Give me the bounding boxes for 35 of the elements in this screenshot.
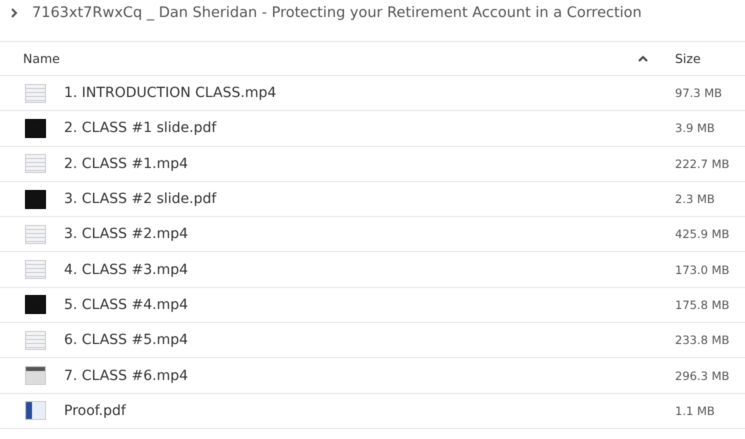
- column-header[interactable]: Size: [675, 51, 701, 66]
- file-size: 2.3 MB: [675, 192, 716, 206]
- file-size: 175.8 MB: [675, 298, 730, 312]
- file-name[interactable]: 3. CLASS #2.mp4: [64, 226, 675, 242]
- file-size: 97.3 MB: [675, 86, 724, 100]
- file-thumbnail: [25, 330, 46, 350]
- file-size: 173.0 MB: [675, 262, 730, 277]
- column-header[interactable]: Name: [23, 51, 60, 66]
- sort-ascending-icon[interactable]: [637, 54, 649, 62]
- file-name[interactable]: Proof.pdf: [64, 402, 675, 419]
- file-size: 233.8 MB: [675, 333, 730, 348]
- file-name[interactable]: 2. CLASS #1.mp4: [64, 156, 675, 172]
- file-name[interactable]: 3. CLASS #2 slide.pdf: [64, 191, 675, 208]
- file-name[interactable]: 4. CLASS #3.mp4: [64, 262, 675, 278]
- chevron-right-icon[interactable]: [10, 7, 18, 19]
- file-size: 425.9 MB: [675, 227, 730, 242]
- file-name[interactable]: 6. CLASS #5.mp4: [64, 332, 675, 348]
- file-thumbnail: [25, 295, 46, 314]
- file-name[interactable]: 7. CLASS #6.mp4: [64, 368, 675, 384]
- file-name[interactable]: 1. INTRODUCTION CLASS.mp4: [64, 85, 675, 102]
- file-thumbnail: [25, 401, 46, 420]
- file-name[interactable]: 5. CLASS #4.mp4: [64, 296, 675, 313]
- file-thumbnail: [25, 224, 46, 244]
- folder-path: 7163xt7RwxCq _ Dan Sheridan - Protecting your Retirement Account in a Correction: [32, 5, 642, 21]
- file-thumbnail: [25, 366, 46, 386]
- file-thumbnail: [25, 84, 46, 103]
- file-size: 1.1 MB: [675, 404, 716, 418]
- file-size: 3.9 MB: [675, 121, 716, 136]
- file-thumbnail: [25, 260, 46, 280]
- file-thumbnail: [25, 118, 46, 138]
- file-thumbnail: [25, 190, 46, 209]
- file-size: 296.3 MB: [675, 368, 730, 383]
- file-size: 222.7 MB: [675, 156, 730, 171]
- file-name[interactable]: 2. CLASS #1 slide.pdf: [64, 120, 675, 136]
- file-thumbnail: [25, 154, 46, 174]
